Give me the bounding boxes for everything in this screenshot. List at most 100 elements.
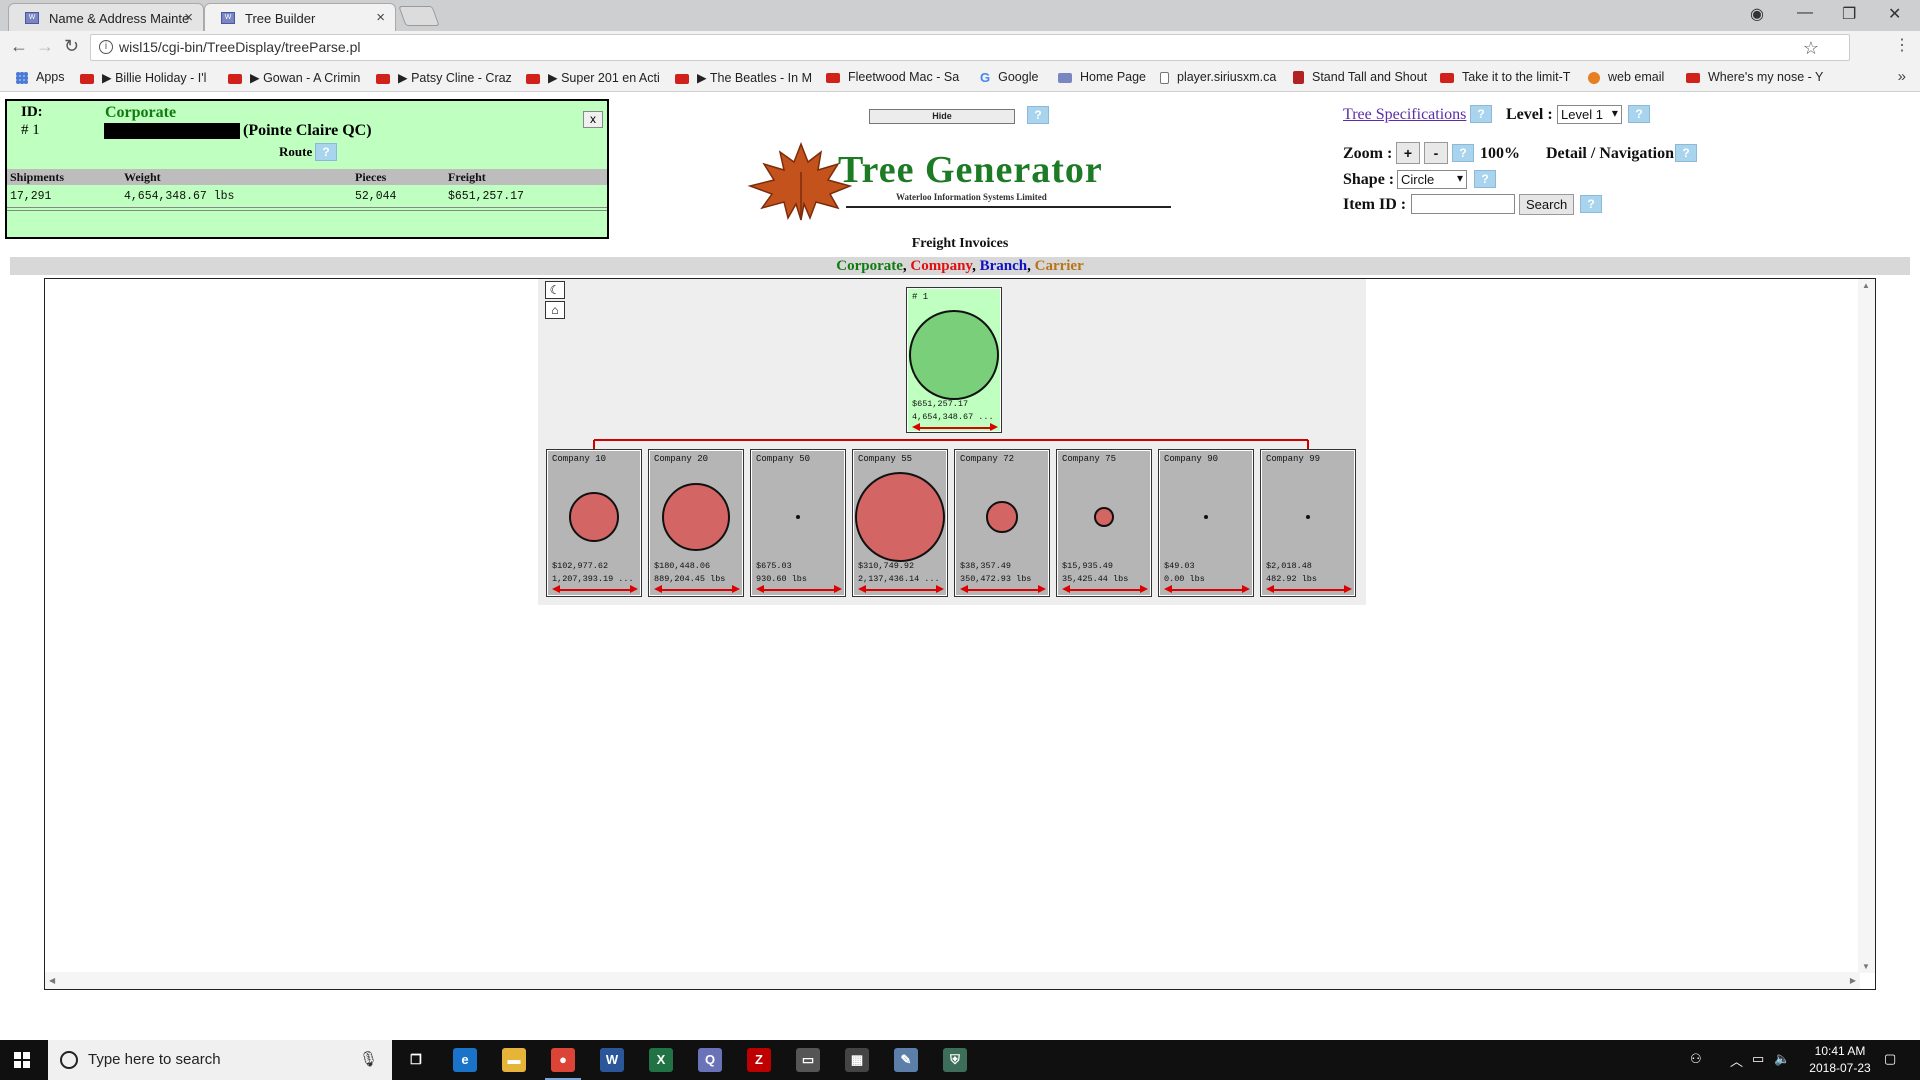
- shape-select[interactable]: Circle: [1397, 170, 1467, 189]
- volume-icon[interactable]: 🔈: [1774, 1051, 1790, 1067]
- scroll-right-icon[interactable]: ▶: [1850, 976, 1856, 985]
- arrow-left-icon[interactable]: [654, 585, 662, 593]
- company-node[interactable]: Company 99 $2,018.48 482.92 lbs: [1260, 449, 1356, 597]
- taskbar-search-box[interactable]: Type here to search 🎙: [48, 1040, 392, 1080]
- panel-close-button[interactable]: x: [583, 111, 603, 128]
- company-node[interactable]: Company 75 $15,935.49 35,425.44 lbs: [1056, 449, 1152, 597]
- tree-viewport[interactable]: ☾ ⌂ # 1 $651,257.17 4,654,348.67 ... Compan…: [44, 278, 1876, 990]
- moon-icon[interactable]: ☾: [545, 281, 565, 299]
- horizontal-scrollbar[interactable]: ◀ ▶: [45, 972, 1860, 989]
- arrow-right-icon[interactable]: [732, 585, 740, 593]
- level-help-button[interactable]: ?: [1628, 105, 1650, 123]
- file-explorer-icon[interactable]: ▬: [502, 1048, 526, 1072]
- bookmarks-overflow-icon[interactable]: »: [1898, 68, 1906, 85]
- home-icon[interactable]: ⌂: [545, 301, 565, 319]
- zoom-help-button[interactable]: ?: [1452, 144, 1474, 162]
- info-icon[interactable]: i: [99, 40, 113, 54]
- address-bar[interactable]: i wisl15/cgi-bin/TreeDisplay/treeParse.p…: [90, 34, 1850, 61]
- node-navigation-arrows[interactable]: [1164, 585, 1250, 593]
- close-icon[interactable]: ×: [184, 9, 193, 26]
- item-id-input[interactable]: [1411, 194, 1515, 214]
- bookmark-item[interactable]: ▶ Gowan - A Crimin: [228, 70, 360, 85]
- shape-help-button[interactable]: ?: [1474, 170, 1496, 188]
- scroll-up-icon[interactable]: ▲: [1862, 281, 1870, 290]
- bookmark-item[interactable]: Home Page: [1058, 70, 1146, 84]
- excel-icon[interactable]: X: [649, 1048, 673, 1072]
- spec-help-button[interactable]: ?: [1470, 105, 1492, 123]
- profile-icon[interactable]: ◉: [1750, 4, 1764, 24]
- bookmark-item[interactable]: Where's my nose - Y: [1686, 70, 1823, 84]
- arrow-right-icon[interactable]: [834, 585, 842, 593]
- arrow-right-icon[interactable]: [1242, 585, 1250, 593]
- chrome-icon[interactable]: ●: [545, 1048, 581, 1080]
- microphone-icon[interactable]: 🎙: [359, 1050, 378, 1068]
- scroll-down-icon[interactable]: ▼: [1862, 962, 1870, 971]
- tree-specifications-link[interactable]: Tree Specifications: [1343, 106, 1466, 123]
- bookmark-item[interactable]: Take it to the limit-T: [1440, 70, 1570, 84]
- arrow-left-icon[interactable]: [912, 423, 920, 431]
- windows-start-icon[interactable]: [14, 1052, 30, 1068]
- bookmark-item[interactable]: web email: [1588, 70, 1664, 84]
- bookmark-item[interactable]: Stand Tall and Shout: [1293, 70, 1427, 85]
- company-node[interactable]: Company 10 $102,977.62 1,207,393.19 ...: [546, 449, 642, 597]
- node-navigation-arrows[interactable]: [912, 423, 998, 431]
- tab-name-address[interactable]: W Name & Address Mainte ×: [8, 3, 204, 31]
- maximize-icon[interactable]: ❐: [1842, 4, 1856, 24]
- wisl-app-icon[interactable]: Q: [698, 1048, 722, 1072]
- new-tab-button[interactable]: [398, 6, 440, 26]
- node-navigation-arrows[interactable]: [1266, 585, 1352, 593]
- arrow-right-icon[interactable]: [990, 423, 998, 431]
- shield-app-icon[interactable]: ⛨: [943, 1048, 967, 1072]
- system-clock[interactable]: 10:41 AM 2018-07-23: [1800, 1043, 1880, 1077]
- arrow-left-icon[interactable]: [1266, 585, 1274, 593]
- hide-help-button[interactable]: ?: [1027, 106, 1049, 124]
- scroll-left-icon[interactable]: ◀: [49, 976, 55, 985]
- bookmark-item[interactable]: G Google: [980, 70, 1038, 85]
- company-node[interactable]: Company 90 $49.03 0.00 lbs: [1158, 449, 1254, 597]
- company-node[interactable]: Company 55 $310,749.92 2,137,436.14 ...: [852, 449, 948, 597]
- forward-icon[interactable]: →: [36, 36, 54, 57]
- node-navigation-arrows[interactable]: [858, 585, 944, 593]
- node-navigation-arrows[interactable]: [552, 585, 638, 593]
- arrow-left-icon[interactable]: [858, 585, 866, 593]
- arrow-left-icon[interactable]: [1062, 585, 1070, 593]
- filezilla-icon[interactable]: Z: [747, 1048, 771, 1072]
- arrow-right-icon[interactable]: [1038, 585, 1046, 593]
- bookmark-item[interactable]: player.siriusxm.ca: [1160, 70, 1276, 84]
- bookmark-star-icon[interactable]: ☆: [1803, 38, 1819, 59]
- window-app-icon[interactable]: ▭: [796, 1048, 820, 1072]
- people-icon[interactable]: ⚇: [1690, 1051, 1702, 1067]
- node-navigation-arrows[interactable]: [1062, 585, 1148, 593]
- tab-tree-builder[interactable]: W Tree Builder ×: [204, 3, 396, 31]
- search-help-button[interactable]: ?: [1580, 195, 1602, 213]
- arrow-left-icon[interactable]: [756, 585, 764, 593]
- task-view-icon[interactable]: ❐: [404, 1048, 428, 1072]
- word-icon[interactable]: W: [600, 1048, 624, 1072]
- detail-help-button[interactable]: ?: [1675, 144, 1697, 162]
- bookmark-item[interactable]: ▶ The Beatles - In M: [675, 70, 812, 85]
- bookmark-item[interactable]: ▶ Patsy Cline - Craz: [376, 70, 512, 85]
- company-node[interactable]: Company 20 $180,448.06 889,204.45 lbs: [648, 449, 744, 597]
- pencil-app-icon[interactable]: ✎: [894, 1048, 918, 1072]
- arrow-left-icon[interactable]: [1164, 585, 1172, 593]
- arrow-right-icon[interactable]: [936, 585, 944, 593]
- vertical-scrollbar[interactable]: ▲ ▼: [1858, 279, 1875, 973]
- arrow-right-icon[interactable]: [1344, 585, 1352, 593]
- route-help-button[interactable]: ?: [315, 143, 337, 161]
- node-navigation-arrows[interactable]: [654, 585, 740, 593]
- tray-overflow-icon[interactable]: ︿: [1730, 1051, 1743, 1070]
- back-icon[interactable]: ←: [10, 36, 28, 57]
- hide-button[interactable]: Hide: [869, 109, 1015, 124]
- search-button[interactable]: Search: [1519, 194, 1575, 215]
- browser-menu-icon[interactable]: ⋮: [1894, 35, 1910, 55]
- root-node[interactable]: # 1 $651,257.17 4,654,348.67 ...: [906, 287, 1002, 433]
- network-icon[interactable]: ▭: [1752, 1051, 1764, 1067]
- close-icon[interactable]: ×: [376, 9, 385, 26]
- calculator-icon[interactable]: ▦: [845, 1048, 869, 1072]
- edge-icon[interactable]: e: [453, 1048, 477, 1072]
- arrow-left-icon[interactable]: [960, 585, 968, 593]
- minimize-icon[interactable]: —: [1797, 4, 1813, 22]
- company-node[interactable]: Company 72 $38,357.49 350,472.93 lbs: [954, 449, 1050, 597]
- arrow-right-icon[interactable]: [630, 585, 638, 593]
- node-navigation-arrows[interactable]: [756, 585, 842, 593]
